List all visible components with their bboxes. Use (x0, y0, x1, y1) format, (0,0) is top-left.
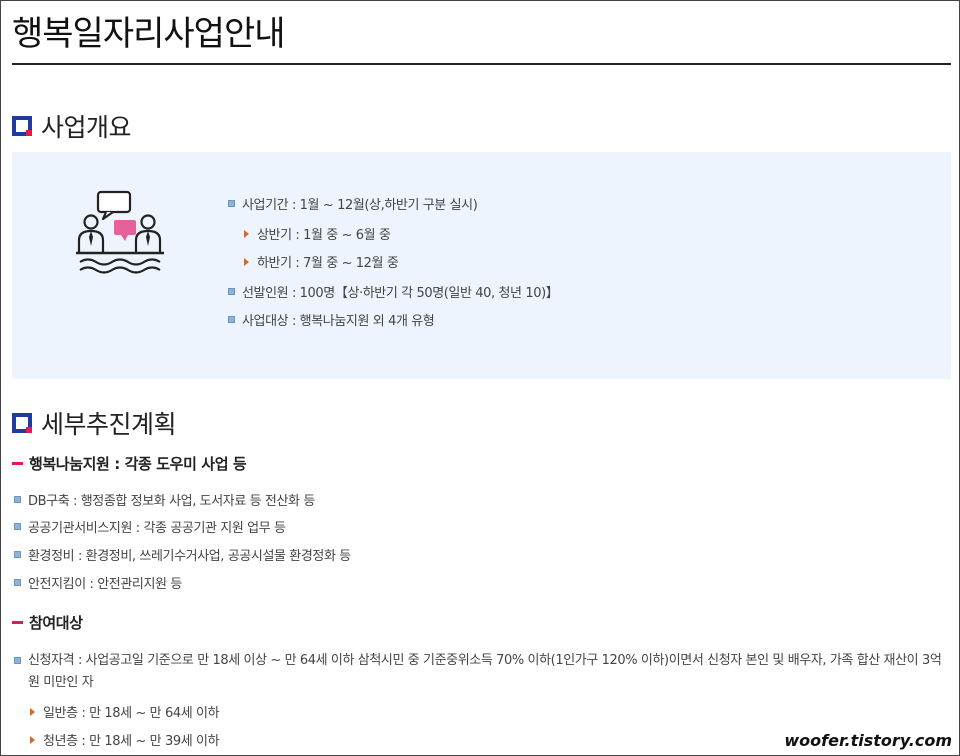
red-dash-icon (12, 621, 23, 624)
page-title: 행복일자리사업안내 (12, 14, 286, 54)
bullet-square-icon (14, 579, 21, 586)
bullet-square-icon (228, 288, 235, 295)
bullet-triangle-icon (244, 257, 249, 266)
overview-heading: 사업개요 (12, 108, 132, 144)
bullet-triangle-icon (30, 735, 35, 744)
qualification-text: 신청자격 : 사업공고일 기준으로 만 18세 이상 ~ 만 64세 이하 삼척… (14, 650, 948, 694)
meeting-conversation-icon (76, 190, 164, 274)
bullet-square-icon (228, 316, 235, 323)
plan-item-public-service: 공공기관서비스지원 : 각종 공공기관 지원 업무 등 (14, 517, 286, 536)
watermark: woofer.tistory.com (784, 731, 952, 750)
overview-item-second-half: 하반기 : 7월 중 ~ 12월 중 (244, 252, 399, 271)
title-divider (12, 63, 951, 65)
plan-item-db: DB구축 : 행정종합 정보화 사업, 도서자료 등 전산화 등 (14, 490, 315, 509)
participant-item-youth: 청년층 : 만 18세 ~ 만 39세 이하 (30, 730, 220, 749)
plan-item-environment: 환경정비 : 환경정비, 쓰레기수거사업, 공공시설물 환경정화 등 (14, 545, 351, 564)
overview-heading-label: 사업개요 (41, 113, 132, 142)
plan-heading-label: 세부추진계획 (41, 410, 177, 439)
section-square-icon (12, 116, 32, 136)
bullet-square-icon (228, 200, 235, 207)
sub-heading-participants: 참여대상 (12, 612, 83, 633)
bullet-square-icon (14, 523, 21, 530)
bullet-triangle-icon (30, 707, 35, 716)
plan-item-safety: 안전지킴이 : 안전관리지원 등 (14, 573, 182, 592)
bullet-triangle-icon (244, 229, 249, 238)
participant-item-general: 일반층 : 만 18세 ~ 만 64세 이하 (30, 702, 220, 721)
overview-item-period: 사업기간 : 1월 ~ 12월(상,하반기 구분 실시) (228, 194, 478, 213)
overview-item-selection: 선발인원 : 100명【상·하반기 각 50명(일반 40, 청년 10)】 (228, 282, 559, 301)
red-dash-icon (12, 462, 23, 465)
overview-box (12, 152, 951, 379)
sub-heading-happiness-support: 행복나눔지원 : 각종 도우미 사업 등 (12, 453, 247, 474)
plan-heading: 세부추진계획 (12, 405, 177, 441)
bullet-square-icon (14, 496, 21, 503)
bullet-square-icon (14, 551, 21, 558)
overview-item-first-half: 상반기 : 1월 중 ~ 6월 중 (244, 224, 391, 243)
section-square-icon (12, 413, 32, 433)
bullet-square-icon (14, 657, 21, 664)
overview-item-target: 사업대상 : 행복나눔지원 외 4개 유형 (228, 310, 435, 329)
